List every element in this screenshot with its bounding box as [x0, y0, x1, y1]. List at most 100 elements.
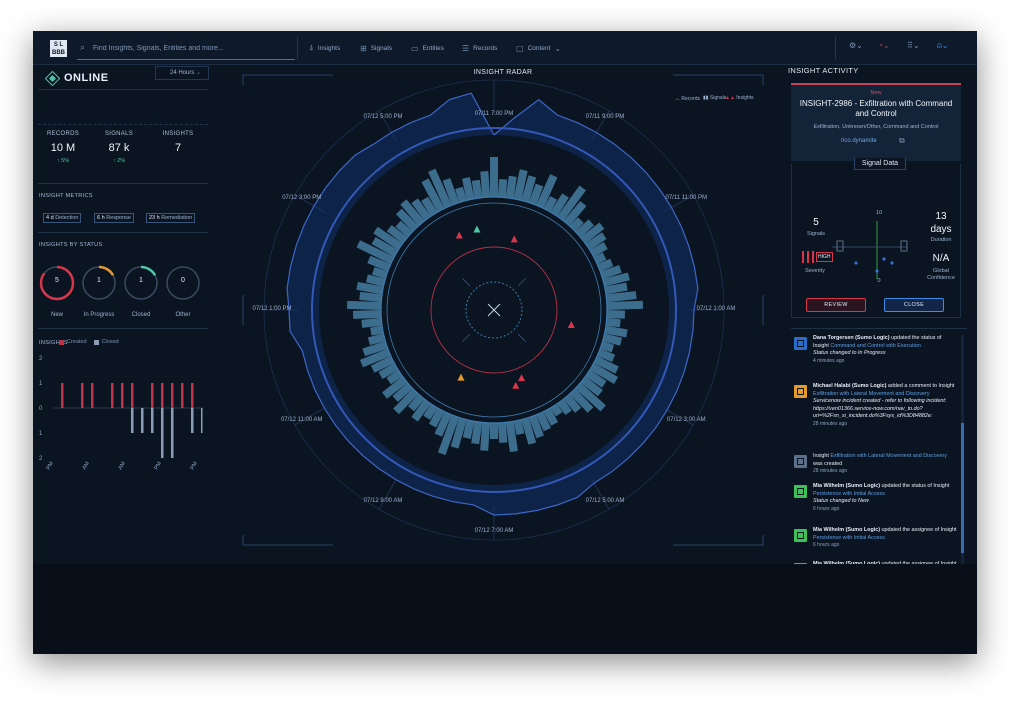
stat-insights[interactable]: INSIGHTS 7 — [154, 131, 202, 154]
scrollbar-thumb[interactable] — [961, 423, 964, 553]
activity-detail: Servicenow incident created - refer to f… — [813, 398, 947, 420]
stat-signals[interactable]: SIGNALS 87 k ↑ 2% — [95, 131, 143, 164]
metric-value: 6 h — [97, 215, 105, 221]
x-tick-label: PM — [46, 460, 56, 471]
stat-label: INSIGHTS — [162, 131, 194, 137]
x-tick-label: PM — [190, 460, 200, 471]
activity-actor: Mia Wilhelm (Sumo Logic) — [813, 527, 881, 533]
metric-label: Response — [106, 215, 131, 221]
legend-swatch-closed — [93, 339, 99, 345]
nav-records[interactable]: ☰ Records — [462, 42, 497, 54]
panel-title: INSIGHT ACTIVITY — [788, 66, 859, 75]
insight-link[interactable]: Exfiltration with Lateral Movement and D… — [830, 453, 947, 459]
signal-point — [854, 261, 858, 265]
stat-label: RECORDS — [46, 131, 80, 137]
radar-time-label: 07/12 5:00 AM — [585, 498, 625, 505]
metric-value: 4 d — [46, 215, 54, 221]
insight-link[interactable]: Exfiltration with Lateral Movement and D… — [813, 391, 930, 397]
severity-icon — [802, 251, 814, 263]
settings-icon[interactable]: ⚙⌄ — [849, 41, 863, 50]
stat-change: ↑ 5% — [56, 158, 70, 164]
status-circle-new[interactable]: 5 — [39, 265, 75, 301]
activity-detail: Status changed to In Progress — [813, 350, 886, 357]
status-count: 5 — [55, 277, 59, 284]
signal-bar — [490, 157, 498, 197]
close-button[interactable]: CLOSE — [884, 298, 944, 312]
activity-time: 6 hours ago — [813, 505, 840, 512]
nav-entities[interactable]: ▭ Entities — [411, 42, 444, 54]
stat-value: 87 k — [108, 142, 130, 154]
frame-bracket — [242, 74, 333, 85]
bar-created — [181, 383, 184, 408]
stat-label: SIGNALS — [104, 131, 134, 137]
signal-bar — [605, 317, 621, 328]
severity-label: Severity — [805, 268, 825, 274]
stat-value: 7 — [174, 142, 182, 154]
time-range-value: 24 Hours — [170, 70, 195, 76]
signal-bar — [490, 423, 498, 439]
nav-label: Entities — [422, 44, 444, 52]
frame-bracket — [242, 535, 333, 546]
search-icon: ⌕ — [80, 42, 86, 52]
bar-created — [111, 383, 114, 408]
feed-scrollbar[interactable] — [961, 335, 964, 585]
activity-text: Insight Exfiltration with Lateral Moveme… — [813, 453, 958, 476]
entity-link[interactable]: rico.dynamite — [841, 138, 877, 144]
severity-value: HIGH — [816, 252, 833, 262]
status-circle-closed[interactable]: 1 — [123, 265, 159, 301]
status-label: New — [50, 312, 63, 318]
exec-icon — [794, 337, 807, 350]
signal-bar — [346, 300, 382, 311]
comment-icon — [794, 385, 807, 398]
user-icon[interactable]: ⍝⌄ — [937, 41, 949, 51]
insight-title[interactable]: INSIGHT-2986 - Exfiltration with Command… — [797, 99, 955, 119]
divider — [38, 232, 208, 233]
status-label: In Progress — [83, 312, 115, 318]
bar-closed — [171, 408, 174, 458]
metric-value: 23 h — [149, 215, 160, 221]
insight-link[interactable]: Command and Control with Execution — [830, 343, 921, 349]
stat-change: ↑ 2% — [112, 158, 126, 164]
status-label: Other — [175, 312, 191, 318]
activity-text: Michael Halabi (Sumo Logic) added a comm… — [813, 383, 958, 429]
bar-created — [131, 383, 134, 408]
signals-icon: ⊞ — [360, 43, 367, 53]
duration-label: Duration — [930, 237, 952, 243]
divider — [38, 124, 208, 125]
content-icon: ▢ — [516, 43, 524, 53]
activity-after: was created — [813, 460, 843, 467]
insight-card[interactable]: New INSIGHT-2986 - Exfiltration with Com… — [791, 83, 961, 161]
insight-tags: Exfiltration, Unknown/Other, Command and… — [813, 124, 939, 130]
legend-label: Created — [67, 339, 87, 345]
radar-time-label: 07/11 7:00 PM — [474, 111, 514, 117]
nav-content[interactable]: ▢ Content ⌄ — [516, 42, 561, 54]
nav-signals[interactable]: ⊞ Signals — [360, 42, 392, 54]
status-circle-other[interactable]: 0 — [165, 265, 201, 301]
footer-area — [33, 564, 977, 654]
status-circle-in-progress[interactable]: 1 — [81, 265, 117, 301]
global-search[interactable]: ⌕ — [77, 36, 295, 60]
duration-value: 13 — [935, 211, 947, 222]
activity-text: Mia Wilhelm (Sumo Logic) updated the ass… — [813, 527, 958, 550]
insight-link[interactable]: Persistence with Initial Access — [813, 535, 885, 541]
bar-closed — [151, 408, 154, 433]
duration-unit: days — [930, 224, 952, 235]
insight-link[interactable]: Persistence with Initial Access — [813, 491, 885, 497]
apps-grid-icon[interactable]: ⠿⌄ — [907, 41, 920, 50]
sumo-logo[interactable]: S L BBB — [50, 40, 67, 57]
bar-closed — [191, 408, 194, 433]
alerts-icon[interactable]: ◔⌄ — [878, 41, 890, 50]
review-button[interactable]: REVIEW — [806, 298, 866, 312]
divider — [297, 37, 298, 59]
radar-time-label: 07/12 3:00 AM — [666, 417, 706, 423]
bar-created — [151, 383, 154, 408]
time-range-select[interactable]: 24 Hours ⌄ — [155, 66, 209, 80]
radar-time-label: 07/12 7:00 AM — [474, 528, 514, 534]
search-input[interactable] — [93, 42, 288, 54]
nav-insights[interactable]: ⍋ Insights — [309, 42, 340, 54]
copy-icon[interactable]: ⧉ — [899, 136, 905, 146]
stat-records[interactable]: RECORDS 10 M ↑ 5% — [39, 131, 87, 164]
radar-time-label: 07/12 11:00 AM — [280, 417, 323, 423]
signal-point — [875, 269, 879, 273]
section-title: INSIGHTS BY STATUS — [39, 242, 103, 248]
